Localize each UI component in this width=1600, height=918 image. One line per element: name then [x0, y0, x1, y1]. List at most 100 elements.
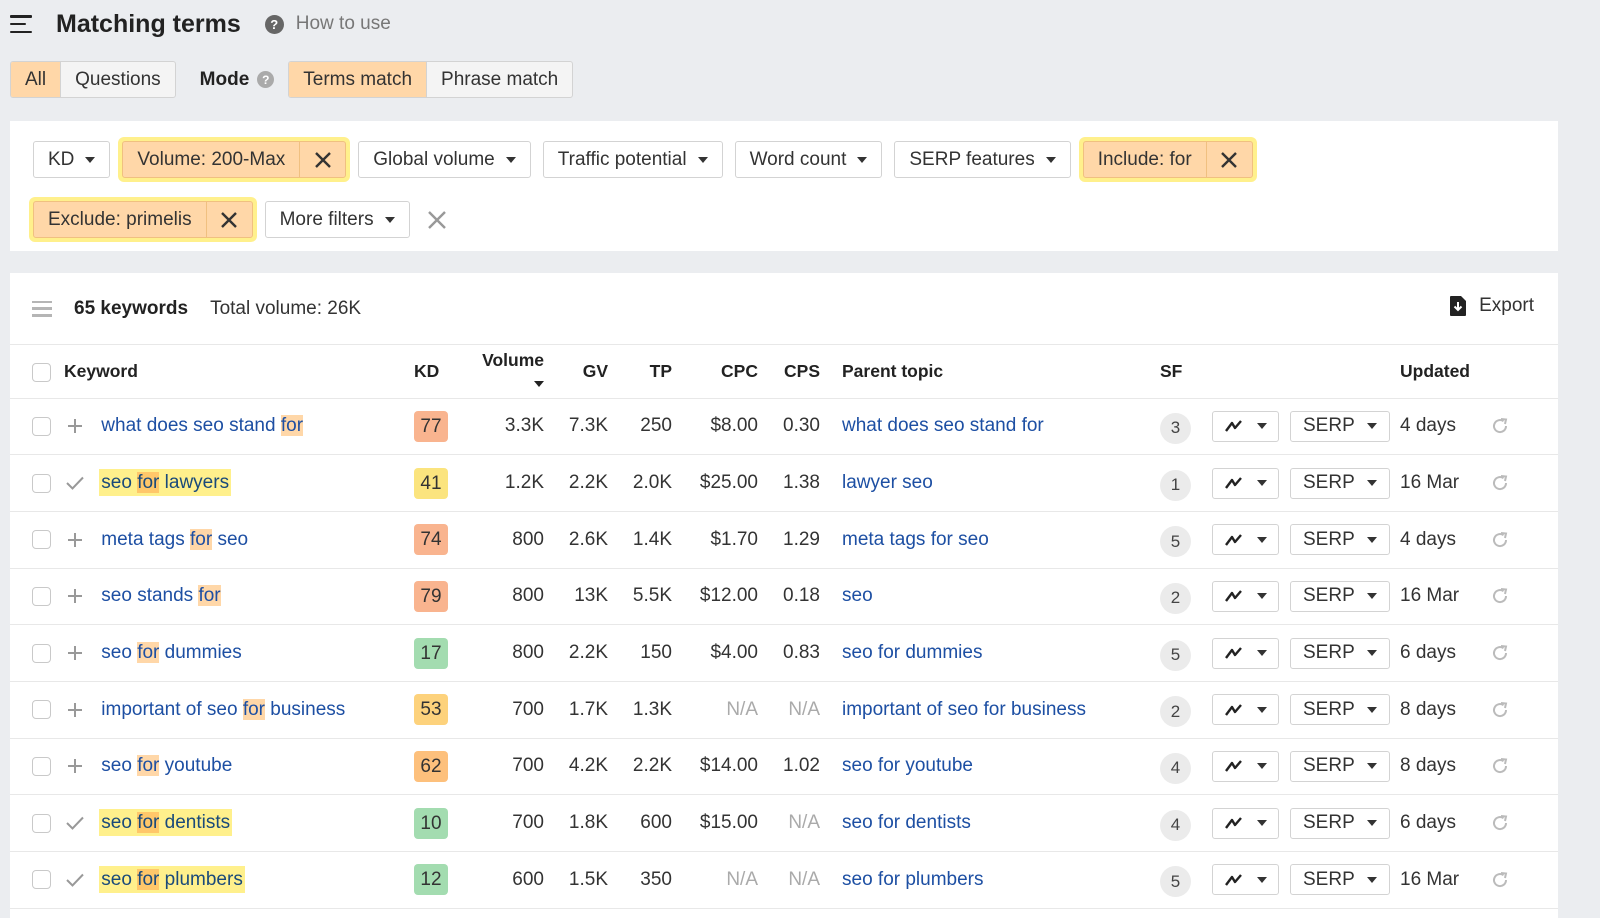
added-check-icon[interactable]: [64, 873, 86, 887]
serp-features-count[interactable]: 1: [1160, 469, 1191, 501]
include-filter-label[interactable]: Include: for: [1084, 149, 1206, 171]
parent-topic-link[interactable]: important of seo for business: [842, 699, 1086, 720]
keyword-link[interactable]: seo for lawyers: [99, 469, 232, 497]
col-volume[interactable]: Volume: [468, 345, 544, 399]
col-kd[interactable]: KD: [414, 345, 468, 399]
parent-topic-link[interactable]: what does seo stand for: [842, 415, 1044, 436]
tab-terms-match[interactable]: Terms match: [289, 62, 428, 97]
row-checkbox[interactable]: [32, 870, 51, 890]
serp-dropdown-button[interactable]: SERP: [1290, 864, 1390, 896]
remove-volume-filter-button[interactable]: [299, 142, 345, 177]
added-check-icon[interactable]: [64, 476, 86, 490]
kd-filter-button[interactable]: KD: [33, 141, 111, 178]
keyword-link[interactable]: seo for youtube: [99, 752, 234, 779]
add-to-list-icon[interactable]: [64, 532, 86, 548]
keyword-link[interactable]: seo for dummies: [99, 639, 243, 666]
parent-topic-link[interactable]: seo for plumbers: [842, 869, 984, 890]
add-to-list-icon[interactable]: [64, 645, 86, 661]
serp-dropdown-button[interactable]: SERP: [1290, 694, 1390, 726]
row-checkbox[interactable]: [32, 813, 51, 833]
serp-features-count[interactable]: 5: [1160, 526, 1191, 558]
serp-dropdown-button[interactable]: SERP: [1290, 750, 1390, 782]
remove-exclude-filter-button[interactable]: [205, 202, 252, 237]
mode-help-icon[interactable]: ?: [257, 71, 275, 88]
parent-topic-link[interactable]: seo for dentists: [842, 812, 971, 833]
serp-dropdown-button[interactable]: SERP: [1290, 580, 1390, 612]
serp-features-count[interactable]: 2: [1160, 696, 1191, 728]
global-volume-filter-button[interactable]: Global volume: [358, 141, 531, 178]
row-checkbox[interactable]: [32, 643, 51, 663]
add-to-list-icon[interactable]: [64, 588, 86, 604]
trend-dropdown-button[interactable]: [1212, 410, 1279, 442]
row-checkbox[interactable]: [32, 530, 51, 550]
clear-all-filters-button[interactable]: [424, 207, 450, 233]
parent-topic-link[interactable]: seo for dummies: [842, 642, 982, 663]
row-checkbox[interactable]: [32, 756, 51, 776]
keyword-link[interactable]: important of seo for business: [99, 696, 347, 723]
col-cpc[interactable]: CPC: [672, 345, 758, 399]
tab-questions[interactable]: Questions: [61, 62, 175, 97]
keyword-link[interactable]: meta tags for seo: [99, 526, 250, 553]
col-tp[interactable]: TP: [608, 345, 672, 399]
serp-dropdown-button[interactable]: SERP: [1290, 524, 1390, 556]
col-cps[interactable]: CPS: [758, 345, 820, 399]
row-checkbox[interactable]: [32, 473, 51, 493]
row-checkbox[interactable]: [32, 700, 51, 720]
col-gv[interactable]: GV: [544, 345, 608, 399]
serp-features-count[interactable]: 3: [1160, 412, 1191, 444]
add-to-list-icon[interactable]: [64, 758, 86, 774]
trend-dropdown-button[interactable]: [1212, 580, 1279, 612]
keyword-link[interactable]: seo stands for: [99, 582, 222, 609]
row-checkbox[interactable]: [32, 416, 51, 436]
trend-dropdown-button[interactable]: [1212, 807, 1279, 839]
added-check-icon[interactable]: [64, 816, 86, 831]
refresh-button[interactable]: [1490, 586, 1510, 606]
parent-topic-link[interactable]: seo for youtube: [842, 755, 973, 776]
serp-dropdown-button[interactable]: SERP: [1290, 637, 1390, 669]
serp-features-filter-button[interactable]: SERP features: [894, 141, 1071, 178]
refresh-button[interactable]: [1490, 643, 1510, 663]
serp-features-count[interactable]: 5: [1160, 639, 1191, 671]
col-updated[interactable]: Updated: [1400, 345, 1490, 399]
serp-dropdown-button[interactable]: SERP: [1290, 410, 1390, 442]
keyword-link[interactable]: seo for plumbers: [99, 865, 245, 893]
more-filters-button[interactable]: More filters: [264, 201, 410, 238]
serp-features-count[interactable]: 2: [1160, 582, 1191, 614]
serp-features-count[interactable]: 4: [1160, 752, 1191, 784]
menu-icon[interactable]: [10, 15, 32, 33]
refresh-button[interactable]: [1490, 813, 1510, 833]
col-sf[interactable]: SF: [1160, 345, 1212, 399]
trend-dropdown-button[interactable]: [1212, 694, 1279, 726]
add-to-list-icon[interactable]: [64, 702, 86, 718]
keyword-link[interactable]: seo for dentists: [99, 809, 233, 837]
traffic-potential-filter-button[interactable]: Traffic potential: [542, 141, 723, 178]
parent-topic-link[interactable]: seo: [842, 585, 873, 606]
refresh-button[interactable]: [1490, 416, 1510, 436]
trend-dropdown-button[interactable]: [1212, 750, 1279, 782]
refresh-button[interactable]: [1490, 530, 1510, 550]
refresh-button[interactable]: [1490, 756, 1510, 776]
select-all-checkbox[interactable]: [32, 362, 51, 382]
word-count-filter-button[interactable]: Word count: [734, 141, 883, 178]
add-to-list-icon[interactable]: [64, 418, 86, 434]
parent-topic-link[interactable]: lawyer seo: [842, 472, 933, 493]
serp-features-count[interactable]: 5: [1160, 866, 1191, 898]
tab-all[interactable]: All: [11, 62, 62, 97]
serp-dropdown-button[interactable]: SERP: [1290, 467, 1390, 499]
refresh-button[interactable]: [1490, 700, 1510, 720]
export-button[interactable]: Export: [1449, 295, 1534, 317]
volume-filter-label[interactable]: Volume: 200-Max: [123, 149, 299, 171]
keyword-link[interactable]: what does seo stand for: [99, 412, 305, 439]
col-keyword[interactable]: Keyword: [64, 345, 414, 399]
parent-topic-link[interactable]: meta tags for seo: [842, 529, 989, 550]
trend-dropdown-button[interactable]: [1212, 864, 1279, 896]
serp-features-count[interactable]: 4: [1160, 809, 1191, 841]
refresh-button[interactable]: [1490, 473, 1510, 493]
col-parent-topic[interactable]: Parent topic: [820, 345, 1160, 399]
tab-phrase-match[interactable]: Phrase match: [427, 62, 572, 97]
trend-dropdown-button[interactable]: [1212, 524, 1279, 556]
columns-menu-icon[interactable]: [32, 300, 52, 317]
row-checkbox[interactable]: [32, 586, 51, 606]
remove-include-filter-button[interactable]: [1205, 142, 1252, 177]
refresh-button[interactable]: [1490, 870, 1510, 890]
